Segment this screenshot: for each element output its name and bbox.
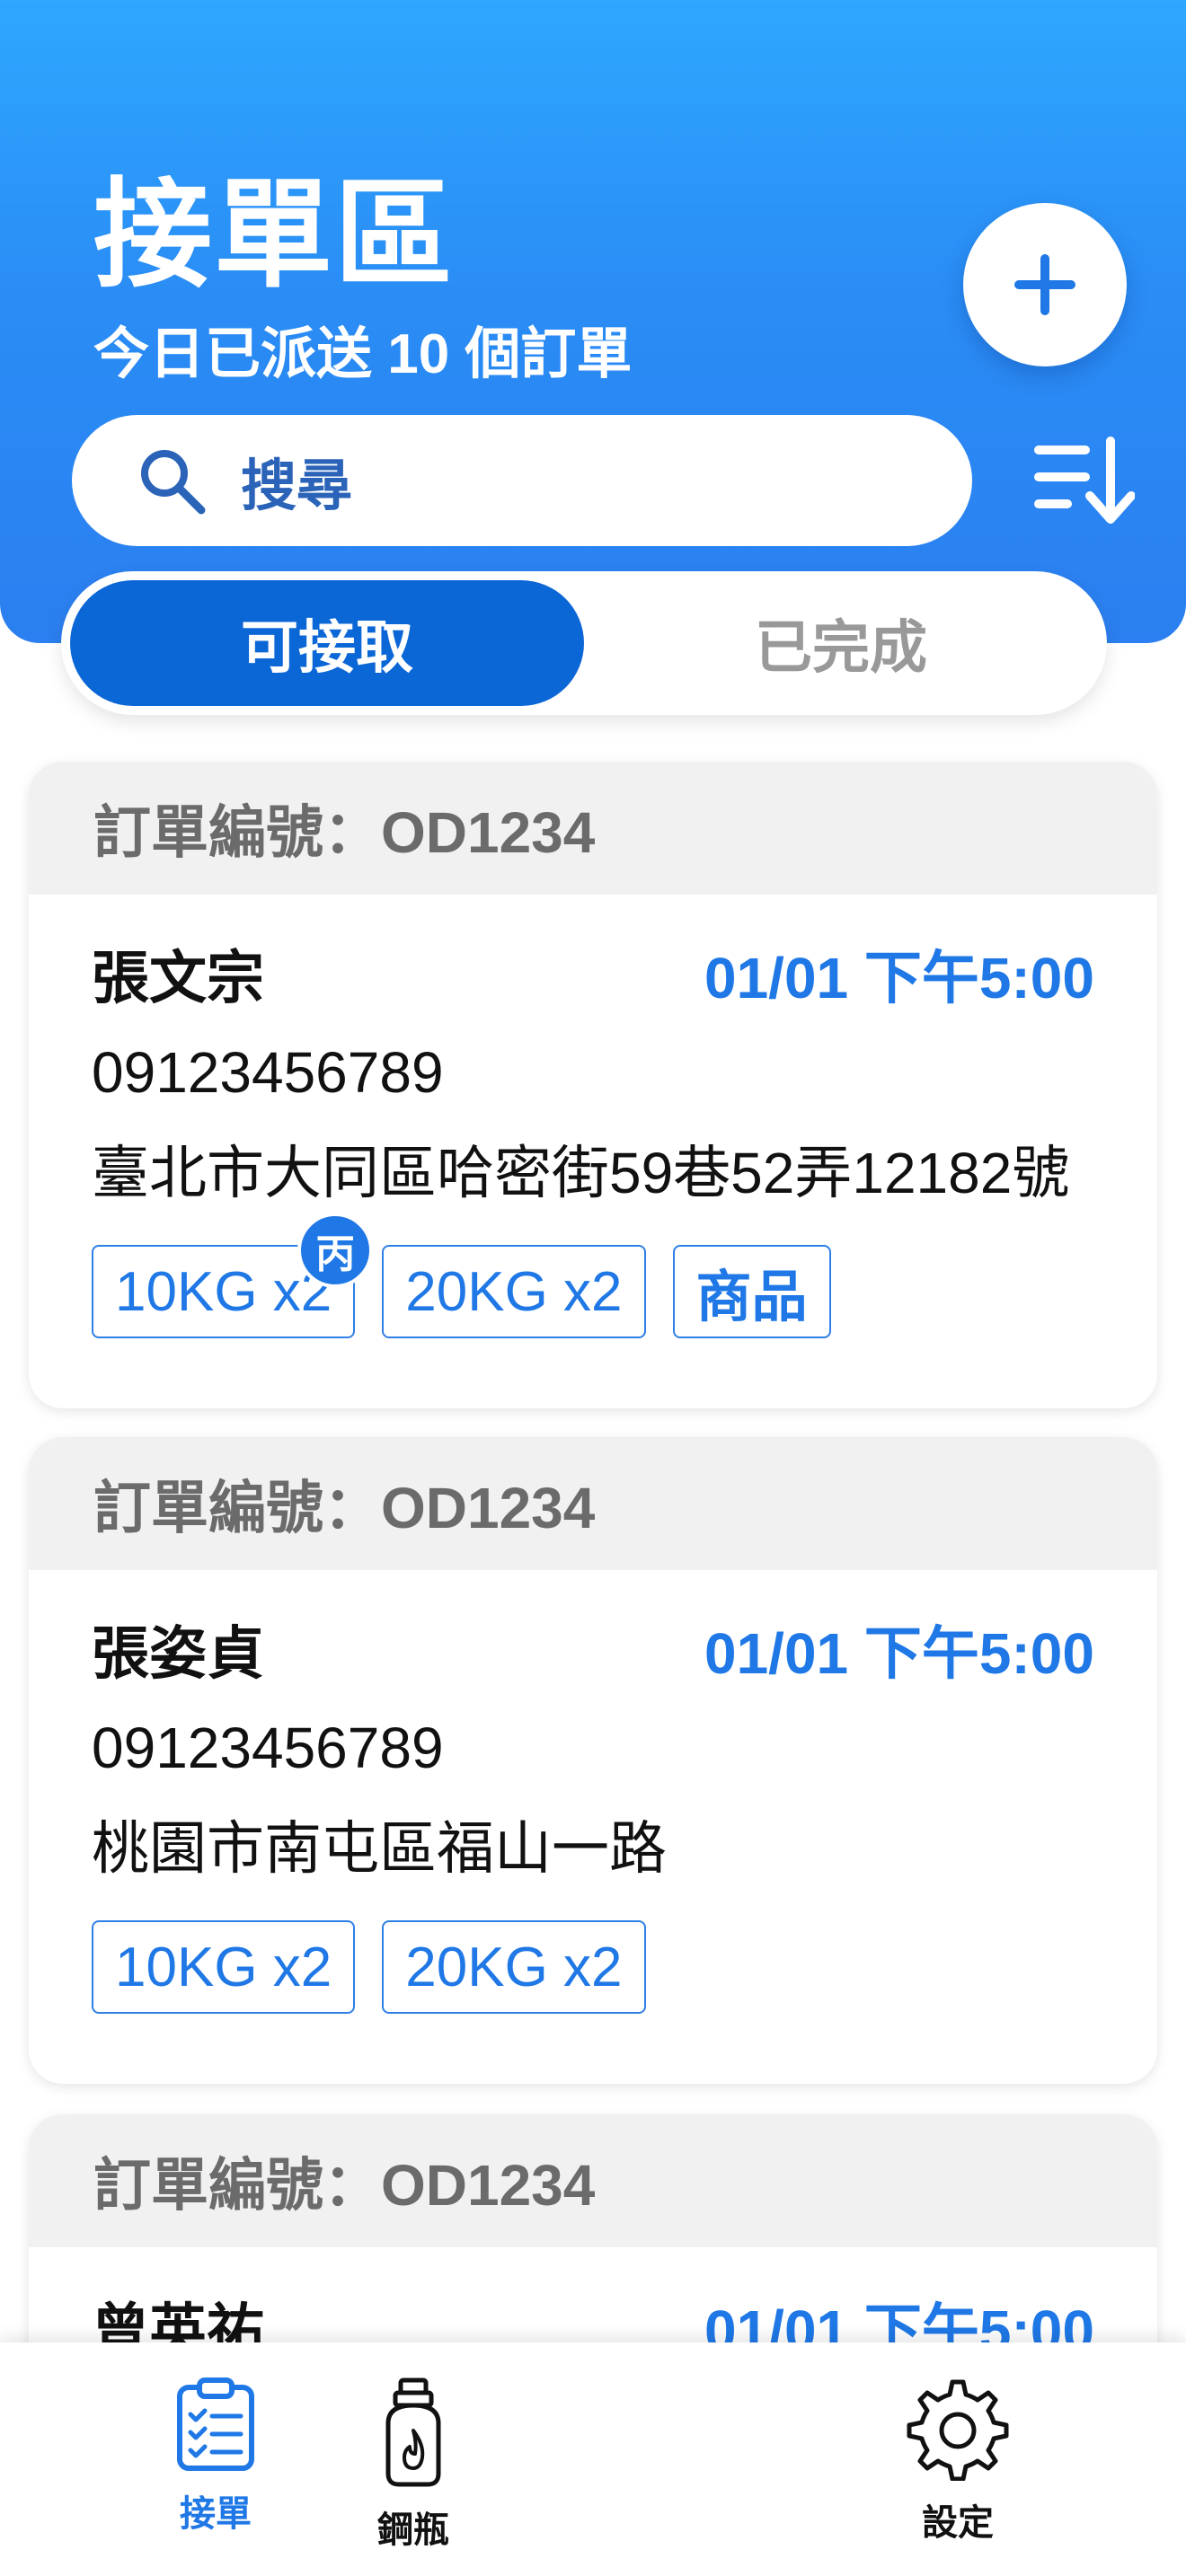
- tab-completed[interactable]: 已完成: [584, 580, 1098, 706]
- gear-icon: [907, 2379, 1009, 2481]
- page-title: 接單區: [93, 169, 455, 301]
- bottom-nav: 接單 鋼瓶 設定: [0, 2342, 1186, 2576]
- add-order-button[interactable]: [963, 203, 1127, 366]
- order-status-tabs: 可接取 已完成: [61, 571, 1107, 715]
- item-chip-label: 10KG x2: [115, 1936, 332, 1998]
- plus-icon: [1014, 254, 1075, 315]
- nav-item-settings[interactable]: 設定: [886, 2377, 1030, 2545]
- nav-label: 接單: [180, 2494, 252, 2534]
- order-card[interactable]: 訂單編號：OD1234 張姿貞 01/01 下午5:00 09123456789…: [29, 1437, 1157, 2084]
- nav-label: 設定: [922, 2503, 994, 2543]
- delivery-count-subtitle: 今日已派送 10 個訂單: [93, 323, 633, 385]
- item-chip-label: 20KG x2: [405, 1260, 623, 1323]
- order-number: 訂單編號：OD1234: [29, 1437, 1157, 1570]
- customer-address: 臺北市大同區哈密街59巷52弄12182號: [92, 1141, 1070, 1205]
- order-time: 01/01 下午5:00: [704, 1621, 1094, 1686]
- nav-label: 鋼瓶: [377, 2510, 449, 2550]
- search-input[interactable]: 搜尋: [72, 415, 972, 546]
- nav-item-cylinders[interactable]: 鋼瓶: [341, 2377, 485, 2553]
- item-chip-label: 20KG x2: [405, 1936, 623, 1998]
- nav-item-orders[interactable]: 接單: [144, 2377, 288, 2536]
- clipboard-checklist-icon: [177, 2378, 254, 2471]
- item-chip: 10KG x2: [92, 1920, 356, 2014]
- item-chip: 20KG x2: [382, 1245, 646, 1338]
- search-icon: [141, 450, 206, 515]
- order-number: 訂單編號：OD1234: [29, 2114, 1157, 2247]
- customer-name: 張姿貞: [92, 1621, 264, 1686]
- customer-phone: 09123456789: [92, 1716, 444, 1780]
- sort-button[interactable]: [1024, 426, 1141, 534]
- customer-address: 桃園市南屯區福山一路: [92, 1816, 667, 1881]
- gas-cylinder-icon: [385, 2378, 441, 2487]
- item-chip-label: 10KG x2: [115, 1260, 332, 1323]
- sort-descending-icon: [1034, 437, 1135, 524]
- item-chip: 10KG x2 丙: [92, 1213, 374, 1338]
- order-number: 訂單編號：OD1234: [29, 762, 1157, 895]
- item-chip: 20KG x2: [382, 1920, 646, 2014]
- header: 接單區 今日已派送 10 個訂單 搜尋: [0, 0, 1186, 643]
- grade-badge: 丙: [297, 1213, 374, 1288]
- customer-phone: 09123456789: [92, 1040, 444, 1105]
- order-card[interactable]: 訂單編號：OD1234 張文宗 01/01 下午5:00 09123456789…: [29, 762, 1157, 1408]
- item-chip: 商品: [672, 1245, 831, 1338]
- tab-available[interactable]: 可接取: [70, 580, 584, 706]
- item-chip-label: 商品: [695, 1266, 808, 1328]
- order-time: 01/01 下午5:00: [704, 946, 1094, 1010]
- customer-name: 張文宗: [92, 946, 264, 1010]
- search-placeholder: 搜尋: [241, 455, 353, 517]
